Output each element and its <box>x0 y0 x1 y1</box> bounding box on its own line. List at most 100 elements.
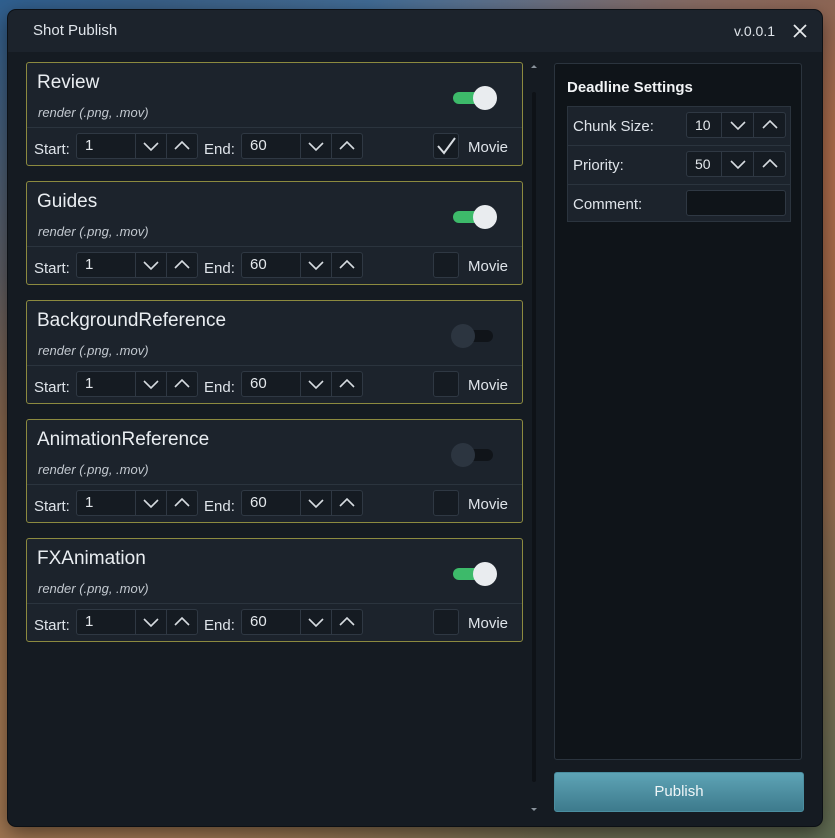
start-decrement-button[interactable] <box>135 134 166 158</box>
version-label: v.0.0.1 <box>734 23 775 39</box>
close-icon <box>793 24 807 38</box>
end-decrement-button[interactable] <box>300 491 331 515</box>
start-increment-button[interactable] <box>166 253 197 277</box>
end-frame-value[interactable]: 60 <box>242 491 300 515</box>
start-increment-button[interactable] <box>166 610 197 634</box>
movie-checkbox[interactable] <box>433 609 459 635</box>
frame-range-row: Start: 1 End: 60 Movie <box>27 127 522 167</box>
priority-stepper[interactable]: 50 <box>686 151 786 177</box>
chevron-down-icon <box>143 380 159 390</box>
end-increment-button[interactable] <box>331 372 362 396</box>
priority-value[interactable]: 50 <box>687 152 721 176</box>
deadline-settings-box: Chunk Size: 10 Priority: 50 Comment: <box>567 106 791 222</box>
enable-toggle[interactable] <box>451 442 499 468</box>
chunk-size-increment-button[interactable] <box>753 113 785 137</box>
end-frame-value[interactable]: 60 <box>242 253 300 277</box>
frame-range-row: Start: 1 End: 60 Movie <box>27 365 522 405</box>
enable-toggle[interactable] <box>451 204 499 230</box>
end-frame-value[interactable]: 60 <box>242 610 300 634</box>
enable-toggle[interactable] <box>451 85 499 111</box>
movie-checkbox[interactable] <box>433 133 459 159</box>
end-decrement-button[interactable] <box>300 372 331 396</box>
comment-row: Comment: <box>568 184 790 223</box>
toggle-knob <box>451 443 475 467</box>
movie-checkbox[interactable] <box>433 371 459 397</box>
shot-publish-window: Shot Publish v.0.0.1 Review render (.png… <box>8 10 822 826</box>
card-subtitle: render (.png, .mov) <box>38 105 149 120</box>
end-frame-stepper[interactable]: 60 <box>241 490 363 516</box>
checkmark-icon <box>437 137 456 155</box>
publish-items-list: Review render (.png, .mov) Start: 1 End:… <box>26 62 546 814</box>
scroll-up-icon[interactable] <box>528 62 540 72</box>
start-increment-button[interactable] <box>166 134 197 158</box>
publish-card: AnimationReference render (.png, .mov) S… <box>26 419 523 523</box>
end-frame-stepper[interactable]: 60 <box>241 371 363 397</box>
toggle-knob <box>473 86 497 110</box>
chunk-size-value[interactable]: 10 <box>687 113 721 137</box>
chevron-down-icon <box>308 261 324 271</box>
end-increment-button[interactable] <box>331 253 362 277</box>
start-frame-value[interactable]: 1 <box>77 134 135 158</box>
start-frame-value[interactable]: 1 <box>77 253 135 277</box>
start-frame-stepper[interactable]: 1 <box>76 371 198 397</box>
close-button[interactable] <box>788 19 812 43</box>
publish-button[interactable]: Publish <box>554 772 804 812</box>
end-frame-stepper[interactable]: 60 <box>241 609 363 635</box>
movie-label: Movie <box>468 139 509 156</box>
toggle-knob <box>451 324 475 348</box>
start-increment-button[interactable] <box>166 491 197 515</box>
start-frame-stepper[interactable]: 1 <box>76 133 198 159</box>
end-increment-button[interactable] <box>331 610 362 634</box>
end-increment-button[interactable] <box>331 134 362 158</box>
movie-label: Movie <box>468 377 509 394</box>
card-title: BackgroundReference <box>37 310 227 331</box>
chunk-size-decrement-button[interactable] <box>721 113 753 137</box>
list-scrollbar[interactable] <box>528 62 540 814</box>
end-frame-value[interactable]: 60 <box>242 134 300 158</box>
end-frame-stepper[interactable]: 60 <box>241 252 363 278</box>
end-label: End: <box>204 141 235 158</box>
movie-checkbox[interactable] <box>433 490 459 516</box>
movie-checkbox[interactable] <box>433 252 459 278</box>
end-decrement-button[interactable] <box>300 253 331 277</box>
priority-decrement-button[interactable] <box>721 152 753 176</box>
end-increment-button[interactable] <box>331 491 362 515</box>
end-decrement-button[interactable] <box>300 134 331 158</box>
scroll-track[interactable] <box>532 92 536 782</box>
start-decrement-button[interactable] <box>135 253 166 277</box>
chevron-up-icon <box>339 497 355 507</box>
start-increment-button[interactable] <box>166 372 197 396</box>
chevron-up-icon <box>174 259 190 269</box>
start-frame-value[interactable]: 1 <box>77 491 135 515</box>
start-frame-stepper[interactable]: 1 <box>76 490 198 516</box>
start-frame-stepper[interactable]: 1 <box>76 252 198 278</box>
start-label: Start: <box>34 617 70 634</box>
publish-card: Guides render (.png, .mov) Start: 1 End:… <box>26 181 523 285</box>
card-subtitle: render (.png, .mov) <box>38 224 149 239</box>
publish-card: Review render (.png, .mov) Start: 1 End:… <box>26 62 523 166</box>
start-decrement-button[interactable] <box>135 372 166 396</box>
enable-toggle[interactable] <box>451 561 499 587</box>
chunk-size-stepper[interactable]: 10 <box>686 112 786 138</box>
window-title: Shot Publish <box>33 22 118 39</box>
scroll-down-icon[interactable] <box>528 804 540 814</box>
end-frame-value[interactable]: 60 <box>242 372 300 396</box>
start-frame-value[interactable]: 1 <box>77 610 135 634</box>
end-decrement-button[interactable] <box>300 610 331 634</box>
start-label: Start: <box>34 141 70 158</box>
card-title: Review <box>37 72 100 93</box>
start-label: Start: <box>34 260 70 277</box>
card-title: Guides <box>37 191 98 212</box>
start-frame-stepper[interactable]: 1 <box>76 609 198 635</box>
start-decrement-button[interactable] <box>135 610 166 634</box>
end-frame-stepper[interactable]: 60 <box>241 133 363 159</box>
priority-increment-button[interactable] <box>753 152 785 176</box>
enable-toggle[interactable] <box>451 323 499 349</box>
comment-input[interactable] <box>686 190 786 216</box>
start-frame-value[interactable]: 1 <box>77 372 135 396</box>
title-bar: Shot Publish v.0.0.1 <box>8 10 822 52</box>
chevron-down-icon <box>729 160 746 170</box>
movie-label: Movie <box>468 615 509 632</box>
start-decrement-button[interactable] <box>135 491 166 515</box>
end-label: End: <box>204 498 235 515</box>
